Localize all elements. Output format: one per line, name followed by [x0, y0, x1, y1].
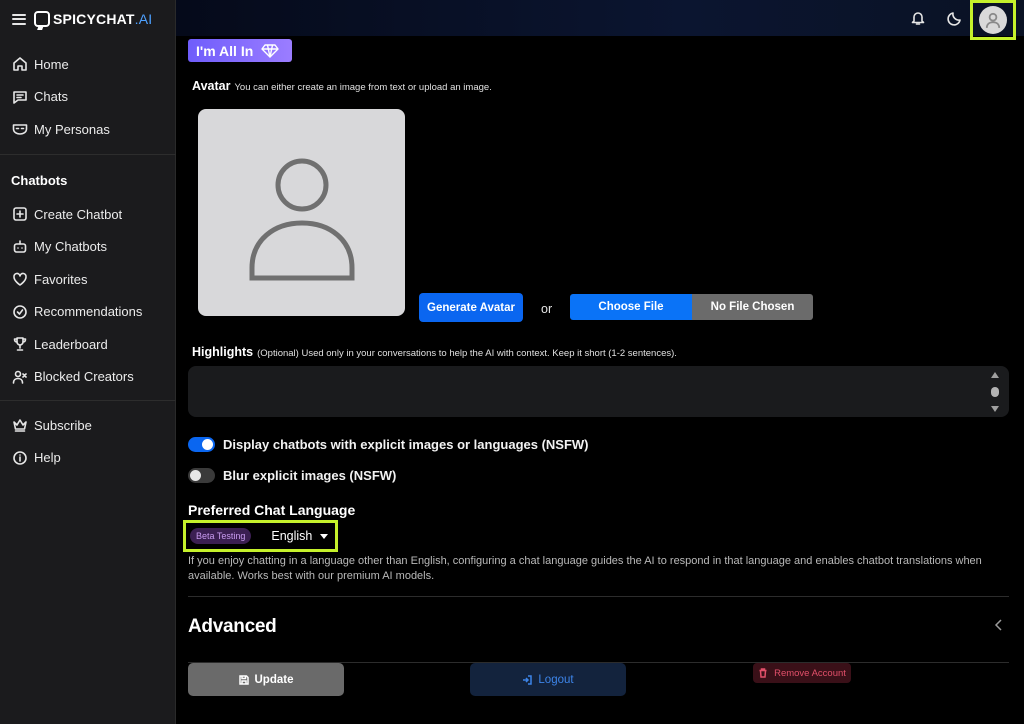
chevron-left-icon[interactable]	[994, 618, 1004, 632]
plus-square-icon	[12, 206, 28, 222]
home-icon	[12, 56, 28, 72]
sidebar-item-chats[interactable]: Chats	[0, 81, 176, 114]
highlights-label: Highlights	[192, 345, 254, 359]
heart-icon	[12, 271, 28, 287]
sidebar-item-label: Home	[34, 56, 69, 72]
check-circle-icon	[12, 304, 28, 320]
avatar-label-row: Avatar You can either create an image fro…	[192, 79, 492, 93]
trash-icon	[758, 668, 768, 678]
language-help-text: If you enjoy chatting in a language othe…	[188, 555, 982, 582]
sidebar: SPICYCHAT.AI Home Chats My Personas Chat…	[0, 0, 176, 724]
sidebar-divider	[0, 154, 176, 155]
moon-icon[interactable]	[945, 8, 965, 28]
user-placeholder-icon	[249, 158, 354, 280]
brand: SPICYCHAT.AI	[12, 8, 152, 30]
update-button[interactable]: Update	[188, 663, 344, 696]
nav-chatbots: Create Chatbot My Chatbots Favorites Rec…	[0, 198, 176, 393]
sidebar-item-label: Chats	[34, 89, 68, 105]
beta-badge: Beta Testing	[190, 528, 252, 544]
remove-account-button[interactable]: Remove Account	[753, 663, 851, 683]
sidebar-item-my-chatbots[interactable]: My Chatbots	[0, 231, 176, 264]
diamond-icon	[261, 43, 279, 58]
info-icon	[12, 450, 28, 466]
logo-text[interactable]: SPICYCHAT.AI	[53, 11, 152, 27]
sidebar-item-label: Create Chatbot	[34, 206, 123, 222]
sidebar-item-label: Help	[34, 450, 61, 466]
highlights-label-row: Highlights (Optional) Used only in your c…	[192, 345, 677, 359]
chat-icon	[12, 89, 28, 105]
section-divider	[188, 596, 1009, 597]
mask-icon	[12, 121, 28, 137]
avatar-hint: You can either create an image from text…	[234, 82, 492, 93]
sidebar-item-label: My Personas	[34, 121, 110, 137]
caret-down-icon	[320, 533, 329, 539]
bell-icon[interactable]	[908, 8, 928, 28]
nav-main: Home Chats My Personas	[0, 48, 176, 146]
sidebar-item-label: Blocked Creators	[34, 369, 134, 385]
choose-file-button[interactable]: Choose File	[570, 294, 692, 320]
sidebar-item-recommendations[interactable]: Recommendations	[0, 296, 176, 329]
avatar-preview	[198, 109, 405, 316]
scroll-thumb[interactable]	[991, 387, 999, 397]
sidebar-item-create-chatbot[interactable]: Create Chatbot	[0, 198, 176, 231]
logout-button[interactable]: Logout	[470, 663, 626, 696]
bot-icon	[12, 239, 28, 255]
generate-avatar-button[interactable]: Generate Avatar	[419, 293, 523, 322]
top-bar	[176, 0, 1024, 40]
nav-bottom: Subscribe Help	[0, 409, 176, 474]
avatar-label: Avatar	[192, 79, 231, 93]
sidebar-item-blocked-creators[interactable]: Blocked Creators	[0, 361, 176, 394]
user-avatar-icon	[979, 6, 1007, 34]
scroll-up-icon[interactable]	[991, 372, 999, 378]
user-x-icon	[12, 369, 28, 385]
sidebar-item-subscribe[interactable]: Subscribe	[0, 409, 176, 442]
sidebar-item-my-personas[interactable]: My Personas	[0, 113, 176, 146]
blur-explicit-toggle[interactable]	[188, 468, 215, 483]
logo-icon	[34, 11, 50, 27]
language-dropdown[interactable]: English	[271, 529, 329, 543]
or-separator: or	[541, 302, 553, 316]
sidebar-item-label: Favorites	[34, 271, 88, 287]
sidebar-item-home[interactable]: Home	[0, 48, 176, 81]
advanced-section-title[interactable]: Advanced	[188, 616, 277, 638]
nsfw-display-toggle[interactable]	[188, 437, 215, 452]
main-content: I'm All In Avatar You can either create a…	[176, 36, 1024, 724]
file-status: No File Chosen	[692, 294, 813, 320]
preferred-language-title: Preferred Chat Language	[188, 502, 356, 518]
scroll-down-icon[interactable]	[991, 406, 999, 412]
sidebar-item-leaderboard[interactable]: Leaderboard	[0, 328, 176, 361]
sidebar-item-label: Recommendations	[34, 304, 143, 320]
trophy-icon	[12, 336, 28, 352]
user-avatar-button[interactable]	[970, 0, 1016, 40]
save-icon	[238, 674, 249, 685]
blur-explicit-toggle-row: Blur explicit images (NSFW)	[188, 468, 396, 483]
plan-badge[interactable]: I'm All In	[188, 39, 292, 62]
toggle-label: Blur explicit images (NSFW)	[223, 468, 397, 483]
sidebar-item-label: Leaderboard	[34, 336, 108, 352]
toggle-label: Display chatbots with explicit images or…	[223, 437, 589, 452]
highlights-textarea[interactable]	[188, 366, 1009, 417]
hamburger-menu-icon[interactable]	[12, 13, 26, 25]
nsfw-display-toggle-row: Display chatbots with explicit images or…	[188, 437, 589, 452]
sidebar-item-help[interactable]: Help	[0, 442, 176, 475]
logout-icon	[522, 674, 533, 685]
sidebar-divider	[0, 400, 176, 401]
sidebar-item-label: Subscribe	[34, 417, 92, 433]
textarea-scrollbar[interactable]	[989, 372, 1001, 412]
sidebar-heading-chatbots: Chatbots	[11, 172, 68, 188]
highlights-hint: (Optional) Used only in your conversatio…	[257, 348, 677, 359]
sidebar-item-label: My Chatbots	[34, 239, 107, 255]
file-upload-input[interactable]: Choose File No File Chosen	[570, 294, 813, 320]
language-selector: Beta Testing English	[183, 520, 338, 552]
crown-icon	[12, 417, 28, 433]
sidebar-item-favorites[interactable]: Favorites	[0, 263, 176, 296]
